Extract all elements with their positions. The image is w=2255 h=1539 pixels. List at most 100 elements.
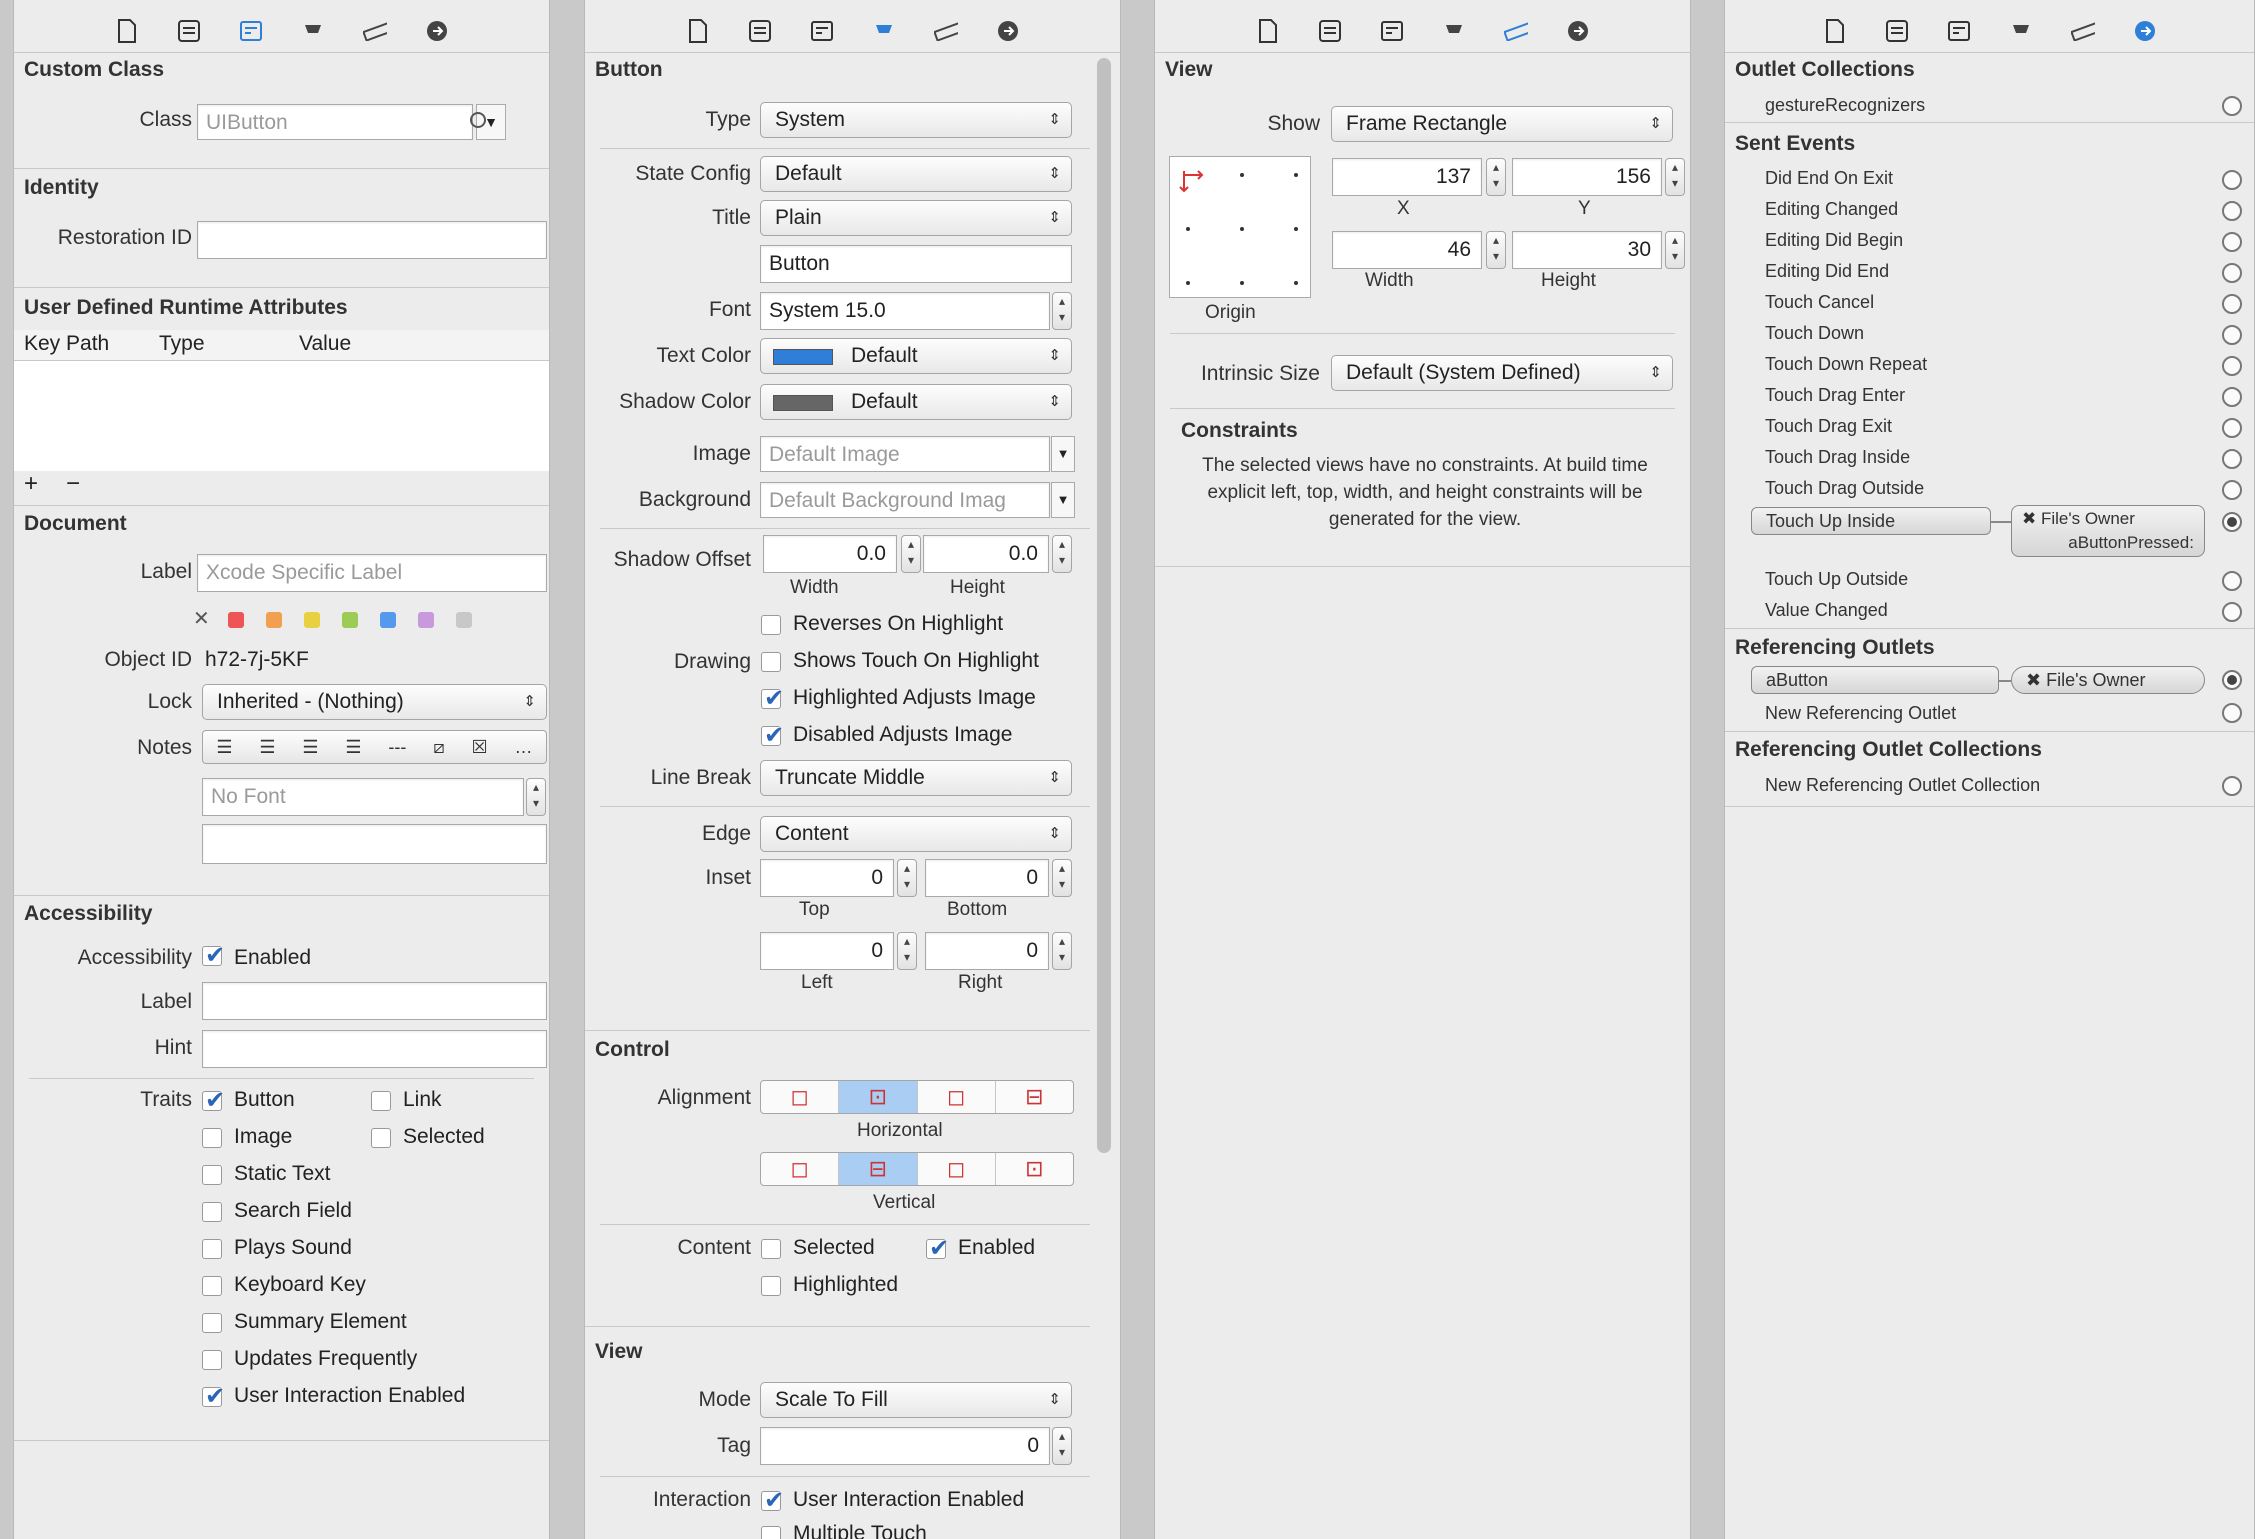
attributes-icon[interactable] — [872, 19, 896, 43]
accessibility-label-field[interactable] — [202, 982, 547, 1020]
shadow-color-popup[interactable]: Default ⇕ — [760, 384, 1072, 420]
quick-help-icon[interactable] — [748, 19, 772, 43]
new-ref-outlet-collection-connector[interactable] — [2222, 776, 2242, 796]
label-color-swatch[interactable] — [342, 612, 358, 628]
height-stepper[interactable]: ▴ ▾ — [1665, 231, 1685, 269]
enabled-checkbox[interactable] — [926, 1234, 949, 1263]
y-field[interactable]: 156 — [1512, 158, 1662, 196]
event-connector[interactable] — [2222, 571, 2242, 591]
origin-selector[interactable] — [1169, 156, 1311, 298]
label-color-swatch[interactable] — [266, 612, 282, 628]
trait-checkbox[interactable] — [202, 1382, 225, 1411]
align-top-button[interactable]: ◻ — [761, 1153, 840, 1185]
align-right-icon[interactable]: ☰ — [302, 737, 318, 758]
text-color-popup[interactable]: Default ⇕ — [760, 338, 1072, 374]
event-connector[interactable] — [2222, 170, 2242, 190]
inset-right-stepper[interactable]: ▴ ▾ — [1052, 932, 1072, 970]
inset-left-stepper[interactable]: ▴ ▾ — [897, 932, 917, 970]
align-center-icon[interactable]: ☰ — [259, 737, 275, 758]
size-icon[interactable] — [2070, 19, 2095, 43]
event-connector[interactable] — [2222, 418, 2242, 438]
inset-bottom-field[interactable]: 0 — [925, 859, 1049, 897]
align-left-button[interactable]: ◻ — [761, 1081, 840, 1113]
clear-color-icon[interactable]: ☒ — [471, 737, 487, 758]
trait-checkbox[interactable] — [202, 1165, 222, 1185]
edge-popup[interactable]: Content ⇕ — [760, 816, 1072, 852]
attributes-icon[interactable] — [1442, 19, 1466, 43]
trait-checkbox[interactable] — [202, 1202, 222, 1222]
dashes-icon[interactable]: --- — [388, 737, 406, 758]
label-color-swatch[interactable] — [418, 612, 434, 628]
label-color-swatch[interactable] — [304, 612, 320, 628]
show-popup[interactable]: Frame Rectangle ⇕ — [1331, 106, 1673, 142]
inset-left-field[interactable]: 0 — [760, 932, 894, 970]
align-left-icon[interactable]: ☰ — [216, 737, 232, 758]
identity-icon[interactable] — [239, 19, 263, 43]
y-stepper[interactable]: ▴ ▾ — [1665, 158, 1685, 196]
attributes-icon[interactable] — [301, 19, 325, 43]
selected-checkbox[interactable] — [761, 1239, 781, 1259]
inset-top-field[interactable]: 0 — [760, 859, 894, 897]
disabled-adjusts-checkbox[interactable] — [761, 721, 784, 750]
remove-connection-icon[interactable]: ✖ — [2026, 670, 2046, 690]
identity-icon[interactable] — [1947, 19, 1971, 43]
inset-bottom-stepper[interactable]: ▴ ▾ — [1052, 859, 1072, 897]
event-connector[interactable] — [2222, 201, 2242, 221]
class-field[interactable]: UIButton — [197, 104, 473, 140]
shadow-offset-height-field[interactable]: 0.0 — [923, 535, 1049, 573]
file-icon[interactable] — [115, 19, 139, 43]
accessibility-enabled-checkbox[interactable] — [202, 941, 225, 970]
tag-stepper[interactable]: ▴ ▾ — [1052, 1427, 1072, 1465]
remove-connection-icon[interactable]: ✖ — [2022, 509, 2041, 528]
hint-field[interactable] — [202, 1030, 547, 1068]
trait-checkbox[interactable] — [202, 1313, 222, 1333]
shadow-offset-width-field[interactable]: 0.0 — [763, 535, 897, 573]
multiple-touch-checkbox[interactable] — [761, 1526, 781, 1539]
line-break-popup[interactable]: Truncate Middle ⇕ — [760, 760, 1072, 796]
highlighted-adjusts-checkbox[interactable] — [761, 684, 784, 713]
udra-table-body[interactable] — [14, 361, 549, 471]
clear-label-color-icon[interactable]: ✕ — [193, 606, 210, 631]
justify-icon[interactable]: ☰ — [345, 737, 361, 758]
restoration-id-field[interactable] — [197, 221, 547, 259]
file-icon[interactable] — [686, 19, 710, 43]
state-config-popup[interactable]: Default ⇕ — [760, 156, 1072, 192]
event-touch-up-inside[interactable]: Touch Up Inside — [1751, 507, 1991, 535]
tag-field[interactable]: 0 — [760, 1427, 1050, 1465]
font-field[interactable]: System 15.0 — [760, 292, 1050, 330]
user-interaction-checkbox[interactable] — [761, 1486, 784, 1515]
size-icon[interactable] — [362, 19, 387, 43]
shadow-width-stepper[interactable]: ▴ ▾ — [901, 535, 921, 573]
shows-touch-checkbox[interactable] — [761, 652, 781, 672]
event-connector[interactable] — [2222, 232, 2242, 252]
event-connector[interactable] — [2222, 356, 2242, 376]
col-key-path[interactable]: Key Path — [24, 332, 109, 356]
event-connector[interactable] — [2222, 263, 2242, 283]
trait-checkbox[interactable] — [202, 1128, 222, 1148]
event-connector[interactable] — [2222, 602, 2242, 622]
notes-text-area[interactable] — [202, 824, 547, 864]
event-connector[interactable] — [2222, 294, 2242, 314]
align-fill-button[interactable]: ⊟ — [996, 1081, 1073, 1113]
lock-popup[interactable]: Inherited - (Nothing) ⇕ — [202, 684, 547, 720]
quick-help-icon[interactable] — [1885, 19, 1909, 43]
mode-popup[interactable]: Scale To Fill ⇕ — [760, 1382, 1072, 1418]
reverses-on-highlight-checkbox[interactable] — [761, 615, 781, 635]
connections-icon[interactable] — [2133, 19, 2157, 43]
highlighted-checkbox[interactable] — [761, 1276, 781, 1296]
file-icon[interactable] — [1823, 19, 1847, 43]
file-icon[interactable] — [1256, 19, 1280, 43]
inset-top-stepper[interactable]: ▴ ▾ — [897, 859, 917, 897]
size-icon[interactable] — [1503, 19, 1528, 43]
background-dropdown-button[interactable]: ▼ — [1051, 482, 1075, 518]
connections-icon[interactable] — [996, 19, 1020, 43]
label-color-swatch[interactable] — [380, 612, 396, 628]
title-kind-popup[interactable]: Plain ⇕ — [760, 200, 1072, 236]
gesture-recognizers-connector[interactable] — [2222, 96, 2242, 116]
trait-checkbox[interactable] — [371, 1128, 391, 1148]
trait-checkbox[interactable] — [202, 1239, 222, 1259]
font-size-stepper[interactable]: ▴ ▾ — [1052, 292, 1072, 330]
identity-icon[interactable] — [1380, 19, 1404, 43]
event-connector[interactable] — [2222, 480, 2242, 500]
label-color-swatch[interactable] — [228, 612, 244, 628]
